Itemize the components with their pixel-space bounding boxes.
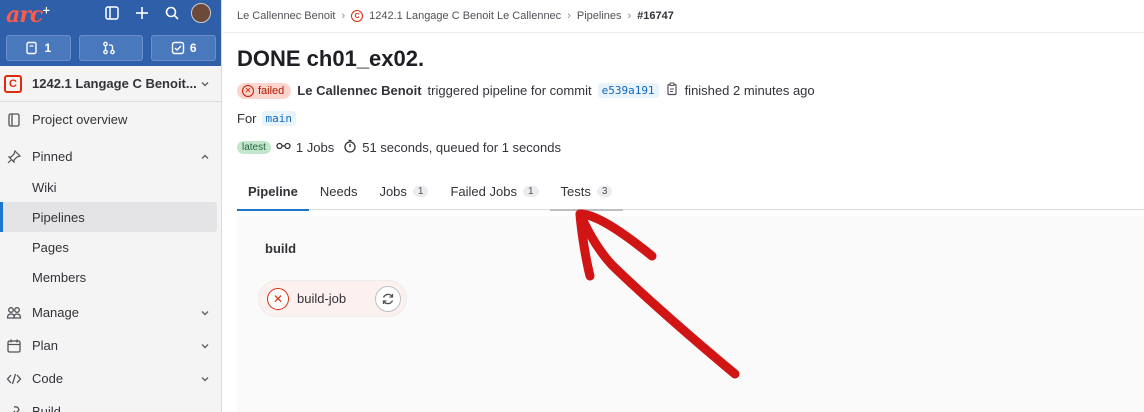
logo[interactable]: arc+ xyxy=(6,2,51,28)
tab-jobs[interactable]: Jobs 1 xyxy=(368,172,439,210)
todo-icon xyxy=(171,41,185,55)
triggered-text: triggered pipeline for commit xyxy=(427,83,592,98)
sidebar-item-plan[interactable]: Plan xyxy=(0,330,221,361)
copy-icon[interactable] xyxy=(665,82,679,99)
job-name: build-job xyxy=(297,291,347,306)
status-label: failed xyxy=(258,84,285,97)
project-avatar: C xyxy=(4,74,22,93)
status-badge[interactable]: ✕ failed xyxy=(237,82,292,99)
retry-icon xyxy=(382,293,394,304)
sidebar: arc+ 1 6 C 1242.1 Langage C Benoit... Pr… xyxy=(0,0,222,412)
todos-button[interactable]: 6 xyxy=(151,35,217,61)
sidebar-item-label: Code xyxy=(32,371,64,386)
sidebar-item-project-overview[interactable]: Project overview xyxy=(0,104,221,135)
chevron-down-icon xyxy=(201,310,209,315)
code-icon xyxy=(6,371,22,387)
pin-icon xyxy=(6,149,22,165)
tab-label: Needs xyxy=(319,183,358,199)
breadcrumb-separator: › xyxy=(627,10,632,22)
duration-text: 51 seconds, queued for 1 seconds xyxy=(362,140,561,155)
project-switcher[interactable]: C 1242.1 Langage C Benoit... xyxy=(0,66,221,102)
tab-label: Jobs xyxy=(379,183,407,199)
tab-needs[interactable]: Needs xyxy=(309,172,369,210)
sidebar-item-label: Pinned xyxy=(32,149,73,164)
sidebar-item-manage[interactable]: Manage xyxy=(0,297,221,328)
latest-badge: latest xyxy=(237,141,271,154)
tab-label: Failed Jobs xyxy=(450,183,517,199)
tab-label: Pipeline xyxy=(248,183,298,199)
build-icon xyxy=(6,404,22,412)
plan-icon xyxy=(6,338,22,354)
breadcrumb-separator: › xyxy=(567,10,571,22)
tab-count-badge: 1 xyxy=(522,185,539,197)
project-icon: C xyxy=(351,10,364,22)
stage-title: build xyxy=(265,241,297,256)
pipeline-graph: build ✕ build-job xyxy=(237,216,1144,412)
breadcrumb-pipelines[interactable]: Pipelines xyxy=(577,10,622,22)
sidebar-item-members[interactable]: Members xyxy=(0,262,217,292)
manage-icon xyxy=(6,305,22,321)
breadcrumb-pipeline-id[interactable]: #16747 xyxy=(637,10,674,22)
top-icons xyxy=(101,2,211,24)
chevron-down-icon xyxy=(201,376,209,381)
sidebar-toggle-icon[interactable] xyxy=(101,2,123,24)
failed-icon: ✕ xyxy=(267,287,289,310)
job-build-job[interactable]: ✕ build-job xyxy=(258,280,407,317)
breadcrumb-separator: › xyxy=(341,10,346,22)
merge-request-icon xyxy=(102,41,115,55)
sidebar-item-build[interactable]: Build xyxy=(0,396,221,412)
chevron-down-icon xyxy=(201,343,209,348)
pipeline-tabs: Pipeline Needs Jobs 1 Failed Jobs 1 Test… xyxy=(237,172,1144,211)
for-label: For xyxy=(237,111,257,126)
commit-sha[interactable]: e539a191 xyxy=(597,83,659,98)
sidebar-item-label: Project overview xyxy=(32,112,128,127)
main-content: Le Callennec Benoit › C 1242.1 Langage C… xyxy=(223,0,1144,412)
jobs-count-text: 1 Jobs xyxy=(295,140,335,155)
issues-button[interactable]: 1 xyxy=(6,35,71,61)
branch-link[interactable]: main xyxy=(261,111,296,126)
tab-pipeline[interactable]: Pipeline xyxy=(237,172,309,211)
issues-count: 1 xyxy=(44,41,52,55)
merge-requests-button[interactable] xyxy=(78,35,144,61)
breadcrumb-project[interactable]: 1242.1 Langage C Benoit Le Callennec xyxy=(369,10,561,22)
branch-info: For main xyxy=(237,111,296,126)
sidebar-header: arc+ 1 6 xyxy=(0,0,221,66)
sidebar-item-label: Plan xyxy=(32,338,59,353)
timer-icon xyxy=(343,139,357,156)
tab-tests[interactable]: Tests 3 xyxy=(549,172,624,211)
sidebar-item-pages[interactable]: Pages xyxy=(0,232,217,262)
page-title: DONE ch01_ex02. xyxy=(237,46,425,71)
sidebar-item-code[interactable]: Code xyxy=(0,363,221,394)
avatar[interactable] xyxy=(191,3,211,23)
sidebar-item-pinned[interactable]: Pinned xyxy=(0,141,221,172)
pipeline-header-info: ✕ failed Le Callennec Benoit triggered p… xyxy=(237,82,815,99)
breadcrumb: Le Callennec Benoit › C 1242.1 Langage C… xyxy=(223,0,1144,33)
plus-icon[interactable] xyxy=(131,2,153,24)
breadcrumb-user[interactable]: Le Callennec Benoit xyxy=(237,10,335,22)
tab-label: Tests xyxy=(560,183,591,199)
author-link[interactable]: Le Callennec Benoit xyxy=(297,83,421,98)
app-window: arc+ 1 6 C 1242.1 Langage C Benoit... Pr… xyxy=(0,0,1144,412)
sidebar-item-wiki[interactable]: Wiki xyxy=(0,172,217,202)
chevron-down-icon xyxy=(201,81,209,86)
search-icon[interactable] xyxy=(161,2,183,24)
tab-failed-jobs[interactable]: Failed Jobs 1 xyxy=(439,172,549,210)
finished-text: finished 2 minutes ago xyxy=(684,83,815,98)
project-name: 1242.1 Langage C Benoit... xyxy=(32,76,197,91)
chevron-up-icon xyxy=(201,154,209,159)
failed-icon: ✕ xyxy=(242,84,254,97)
retry-button[interactable] xyxy=(375,285,401,312)
issues-icon xyxy=(26,41,38,55)
todos-count: 6 xyxy=(189,41,197,55)
sidebar-item-pipelines[interactable]: Pipelines xyxy=(0,202,217,232)
sidebar-item-label: Manage xyxy=(32,305,79,320)
overview-icon xyxy=(6,112,22,128)
pipeline-meta: latest 1 Jobs 51 seconds, queued for 1 s… xyxy=(237,139,561,156)
tab-count-badge: 3 xyxy=(596,185,613,197)
sidebar-item-label: Build xyxy=(32,404,61,412)
count-buttons: 1 6 xyxy=(0,35,221,61)
tab-count-badge: 1 xyxy=(412,185,429,197)
jobs-icon xyxy=(276,140,291,155)
